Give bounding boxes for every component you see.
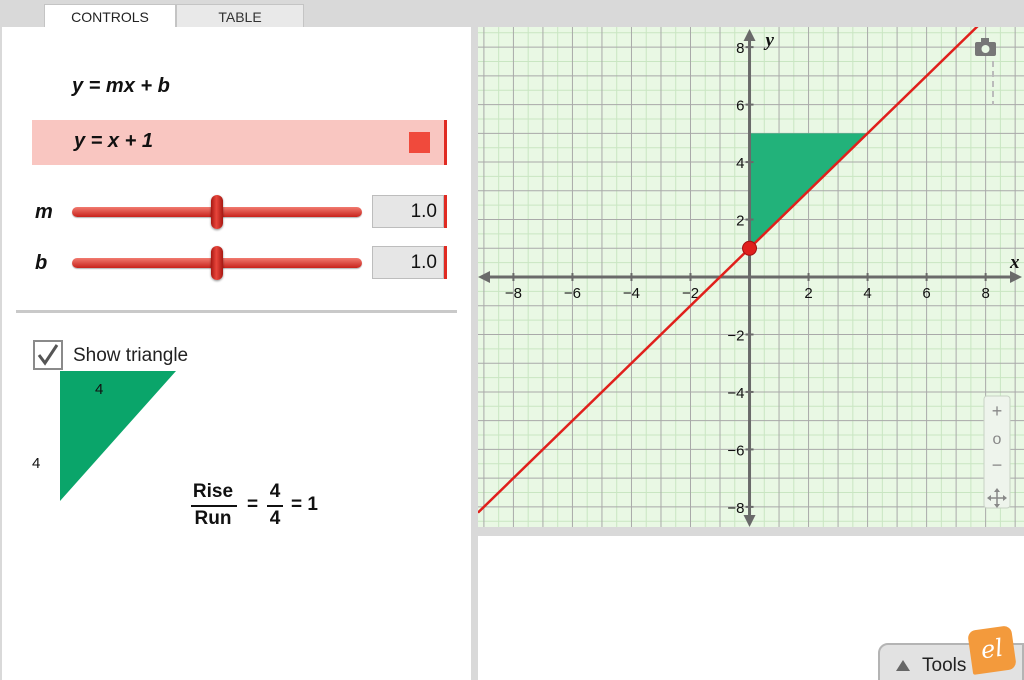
- tools-label: Tools: [922, 655, 967, 676]
- y-tick-label: 6: [736, 98, 744, 115]
- x-tick-label: −8: [505, 285, 522, 302]
- y-intercept-point: [742, 240, 758, 256]
- x-tick-label: 6: [922, 285, 930, 302]
- fraction-denominator: 4: [269, 508, 281, 529]
- graph-panel[interactable]: −8 −6 −4 −2 2 4 6 8 8 6 4 2 −2 −4 −6 −8 y x + o −: [477, 0, 1024, 527]
- y-axis-arrow-up: [743, 29, 756, 41]
- y-tick-label: −6: [727, 442, 744, 459]
- coordinate-plane[interactable]: −8 −6 −4 −2 2 4 6 88642−2−4−6−8yx+o−: [477, 0, 1024, 527]
- y-tick-label: −2: [727, 327, 744, 344]
- x-axis-label: x: [1009, 252, 1020, 273]
- y-tick-label: 4: [736, 155, 744, 172]
- rise-word: Rise: [192, 481, 234, 502]
- triangle-rise-label: 4: [32, 455, 41, 472]
- controls-panel: y = mx + b y = x + 1 m 1.0 b 1.0 Show tr…: [2, 27, 471, 680]
- slope-triangle-preview: [60, 371, 176, 501]
- zoom-out-button[interactable]: −: [992, 455, 1003, 475]
- tab-table[interactable]: TABLE: [176, 4, 304, 28]
- x-tick-label: −6: [564, 285, 581, 302]
- slope-triangle-shape: [60, 371, 176, 501]
- x-tick-label: −4: [623, 285, 640, 302]
- gizmo-logo: el: [967, 625, 1017, 675]
- tab-controls[interactable]: CONTROLS: [44, 4, 176, 28]
- triangle-up-icon: [896, 660, 910, 671]
- run-word: Run: [194, 508, 232, 529]
- y-tick-label: −8: [727, 500, 744, 517]
- y-tick-label: 8: [736, 40, 744, 57]
- zoom-in-button[interactable]: +: [992, 401, 1003, 421]
- slope-result: = 1: [291, 494, 318, 515]
- app-window: CONTROLS TABLE y = mx + b y = x + 1 m 1.…: [0, 0, 1024, 680]
- x-tick-label: 4: [863, 285, 871, 302]
- x-tick-label: 2: [804, 285, 812, 302]
- fraction-bar: [267, 505, 283, 507]
- y-tick-label: −4: [727, 385, 744, 402]
- camera-icon[interactable]: [975, 38, 996, 56]
- zoom-reset-button[interactable]: o: [993, 431, 1002, 448]
- fraction-numerator: 4: [269, 481, 281, 502]
- fraction-bar: [191, 505, 237, 507]
- equals-sign: =: [247, 494, 259, 515]
- y-axis-label: y: [764, 30, 775, 51]
- x-tick-label: 8: [981, 285, 989, 302]
- triangle-run-label: 4: [95, 381, 104, 398]
- y-tick-label: 2: [736, 213, 744, 230]
